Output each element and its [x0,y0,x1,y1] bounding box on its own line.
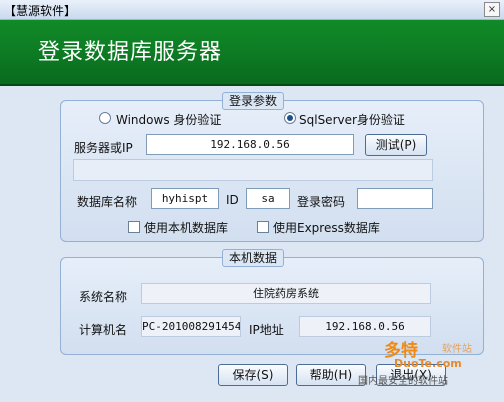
server-input[interactable]: 192.168.0.56 [146,134,354,155]
help-button[interactable]: 帮助(H) [296,364,366,386]
ip-label: IP地址 [249,323,284,337]
id-label: ID [226,193,239,207]
watermark-url: DuoTe.com [394,357,462,370]
close-icon: × [487,4,497,15]
auth-windows-radio[interactable] [99,112,111,124]
watermark-sub: 软件站 [442,344,472,355]
auth-sql-label: SqlServer身份验证 [299,113,405,127]
local-data-title: 本机数据 [222,249,285,267]
computer-name-label: 计算机名 [79,323,128,337]
close-button[interactable]: × [484,2,500,17]
system-name-label: 系统名称 [79,290,128,304]
page-title: 登录数据库服务器 [38,40,223,65]
system-name-value: 住院药房系统 [141,283,431,304]
login-params-group: 登录参数 Windows 身份验证 SqlServer身份验证 服务器或IP 1… [60,92,484,242]
test-button[interactable]: 测试(P) [365,134,427,156]
duote-watermark: 多特 软件站 DuoTe.com 国内最安全的软件站 [358,336,498,387]
use-local-db-checkbox[interactable] [128,221,140,233]
connection-status-bar [73,159,433,181]
use-express-db-checkbox[interactable] [257,221,269,233]
login-params-title: 登录参数 [222,92,285,110]
save-button[interactable]: 保存(S) [218,364,288,386]
computer-name-value: PC-201008291454 [141,316,241,337]
auth-sql-radio[interactable] [284,112,296,124]
login-window: 【慧源软件】 × 登录数据库服务器 登录参数 Windows 身份验证 SqlS… [0,0,504,402]
title-bar: 【慧源软件】 × [0,0,504,20]
db-name-input[interactable]: hyhispt [151,188,219,209]
use-local-db-label: 使用本机数据库 [144,221,229,235]
id-input[interactable]: sa [246,188,290,209]
server-label: 服务器或IP [74,141,133,155]
password-label: 登录密码 [297,195,346,209]
password-input[interactable] [357,188,433,209]
window-title: 【慧源软件】 [4,4,77,18]
watermark-foot: 国内最安全的软件站 [358,376,448,387]
ip-value: 192.168.0.56 [299,316,431,337]
header-banner: 登录数据库服务器 [0,20,504,86]
use-express-db-label: 使用Express数据库 [273,221,380,235]
db-name-label: 数据库名称 [77,195,138,209]
auth-windows-label: Windows 身份验证 [116,113,222,127]
